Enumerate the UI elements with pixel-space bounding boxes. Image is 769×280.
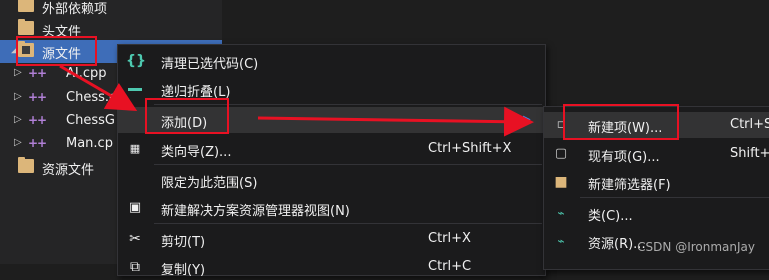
arrow-to-new-item xyxy=(257,106,534,137)
watermark: CSDN @IronmanJay xyxy=(637,240,755,254)
annotation-arrows xyxy=(59,64,534,137)
arrow-to-add xyxy=(59,64,138,112)
